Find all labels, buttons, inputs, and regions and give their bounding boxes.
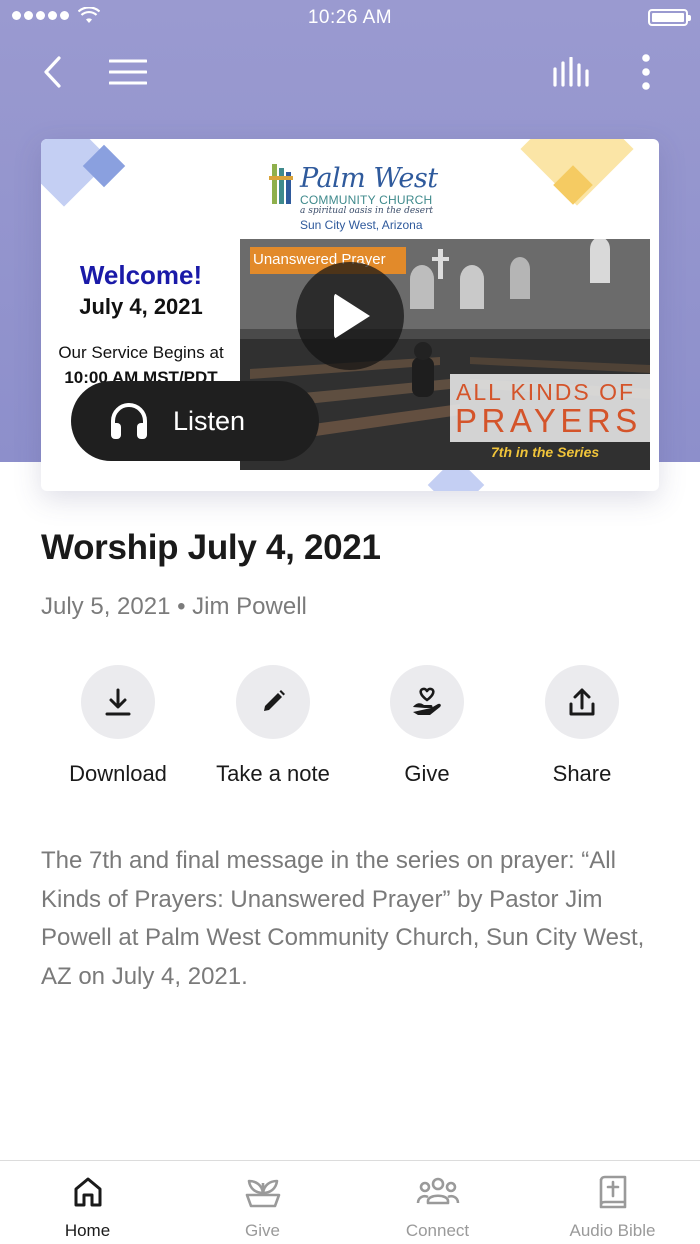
give-action-button[interactable]: Give xyxy=(347,665,507,795)
battery-icon xyxy=(648,9,691,26)
tab-give-label: Give xyxy=(245,1221,280,1240)
bible-icon xyxy=(599,1175,626,1209)
audio-bars-icon xyxy=(553,57,589,87)
download-circle xyxy=(81,665,155,739)
take-note-circle xyxy=(236,665,310,739)
give-action-label: Give xyxy=(404,761,450,786)
people-icon xyxy=(416,1177,459,1205)
share-label: Share xyxy=(552,761,612,786)
tab-audio-bible-label: Audio Bible xyxy=(569,1221,656,1240)
service-begins-text: Our Service Begins at xyxy=(58,343,224,362)
audio-bars-button[interactable] xyxy=(548,48,596,96)
share-circle xyxy=(545,665,619,739)
back-button[interactable] xyxy=(28,48,76,96)
series-title-line2: PRAYERS xyxy=(455,402,642,439)
listen-button[interactable]: Listen xyxy=(71,381,319,461)
play-button[interactable] xyxy=(296,262,404,370)
sermon-description: The 7th and final message in the series … xyxy=(41,847,645,990)
chevron-left-icon xyxy=(44,56,61,88)
tab-home[interactable]: Home xyxy=(0,1161,175,1244)
headphones-icon xyxy=(111,403,147,439)
church-name: Palm West xyxy=(300,163,438,194)
welcome-text: Welcome! xyxy=(79,260,203,290)
home-icon xyxy=(74,1177,101,1207)
download-button[interactable]: Download xyxy=(38,665,198,795)
plant-icon xyxy=(245,1179,280,1208)
church-subtitle: COMMUNITY CHURCH xyxy=(300,193,433,207)
download-label: Download xyxy=(69,761,167,786)
sermon-meta: July 5, 2021 • Jim Powell xyxy=(41,593,307,620)
church-logo-icon xyxy=(269,164,293,204)
status-bar: 10:26 AM xyxy=(0,0,700,36)
church-tagline: a spiritual oasis in the desert xyxy=(300,206,434,216)
share-button[interactable]: Share xyxy=(502,665,662,795)
service-date: July 4, 2021 xyxy=(79,294,203,319)
hamburger-icon xyxy=(109,59,147,85)
series-tag: 7th in the Series xyxy=(491,444,600,460)
more-options-button[interactable] xyxy=(622,48,670,96)
take-note-label: Take a note xyxy=(216,761,330,786)
tab-home-label: Home xyxy=(64,1221,111,1240)
give-circle xyxy=(390,665,464,739)
status-time: 10:26 AM xyxy=(307,7,393,28)
download-icon xyxy=(105,688,131,716)
tab-connect-label: Connect xyxy=(405,1221,470,1240)
church-location: Sun City West, Arizona xyxy=(300,218,423,232)
tab-bar: Home Give Connect Audio Bible xyxy=(0,1160,700,1244)
heart-hand-icon xyxy=(413,687,441,715)
listen-label: Listen xyxy=(173,406,246,436)
tab-audio-bible[interactable]: Audio Bible xyxy=(525,1161,700,1244)
tab-give[interactable]: Give xyxy=(175,1161,350,1244)
share-icon xyxy=(569,688,595,716)
tab-connect[interactable]: Connect xyxy=(350,1161,525,1244)
sermon-title: Worship July 4, 2021 xyxy=(41,528,381,567)
take-note-button[interactable]: Take a note xyxy=(193,665,353,795)
more-vertical-icon xyxy=(642,54,650,90)
pencil-icon xyxy=(264,690,285,711)
menu-button[interactable] xyxy=(104,48,152,96)
